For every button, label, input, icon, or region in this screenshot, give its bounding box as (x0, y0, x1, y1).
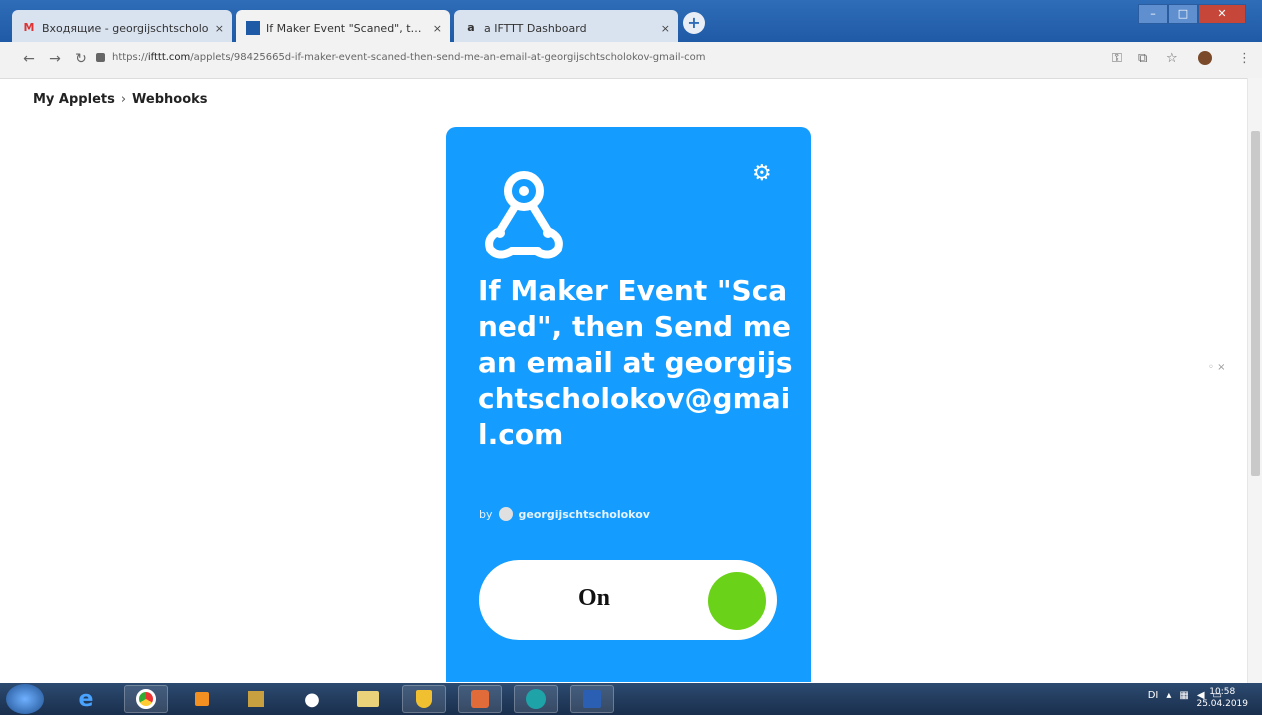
close-icon[interactable]: × (215, 22, 224, 35)
tab-dashboard[interactable]: a a IFTTT Dashboard × (454, 10, 678, 42)
browser-titlebar: M Входящие - georgijschtscholo × If Make… (0, 0, 1262, 42)
security-shield-icon[interactable] (402, 685, 446, 713)
applet-toggle[interactable]: On (479, 560, 777, 640)
tab-applet[interactable]: If Maker Event "Scaned", then Se × (236, 10, 450, 42)
applet-title: If Maker Event "Scaned", then Send me an… (478, 274, 793, 451)
applet-byline: by georgijschtscholokov (479, 507, 650, 521)
webhooks-icon (485, 171, 563, 259)
breadcrumb-separator: › (120, 92, 127, 107)
breadcrumb-my-applets[interactable]: My Applets (33, 92, 115, 107)
browser-toolbar: ← → ↻ https://ifttt.com/applets/98425665… (0, 42, 1262, 79)
start-button[interactable] (6, 684, 44, 714)
ifttt-a-icon: a (467, 21, 475, 34)
author-name[interactable]: georgijschtscholokov (519, 508, 650, 521)
vertical-scrollbar[interactable] (1247, 78, 1262, 683)
clock-time: 10:58 (1209, 687, 1236, 697)
media-player-icon[interactable] (180, 685, 224, 713)
lock-icon (96, 53, 105, 62)
by-label: by (479, 507, 493, 521)
arduino-icon[interactable] (514, 685, 558, 713)
key-icon[interactable]: ⚿ (1112, 51, 1122, 66)
tray-arrow-icon[interactable]: ▴ (1166, 690, 1171, 701)
reload-icon[interactable]: ↻ (72, 51, 90, 67)
url-domain: ifttt.com (147, 52, 191, 63)
app-icon[interactable] (234, 685, 278, 713)
chrome-icon[interactable] (124, 685, 168, 713)
window-controls: – □ ✕ (1138, 4, 1246, 24)
app-icon[interactable]: ● (290, 685, 334, 713)
url-prefix: https:// (112, 52, 148, 63)
back-icon[interactable]: ← (20, 51, 38, 67)
new-tab-button[interactable]: + (683, 12, 705, 34)
url-path: /applets/98425665d-if-maker-event-scaned… (190, 52, 706, 63)
side-indicators: ◦ × (1208, 362, 1226, 373)
paint-icon[interactable] (458, 685, 502, 713)
taskbar-clock[interactable]: 10:58 25.04.2019 (1196, 686, 1248, 710)
close-icon[interactable]: × (433, 22, 442, 35)
maximize-icon[interactable]: □ (1168, 4, 1198, 24)
breadcrumb: My Applets › Webhooks (33, 92, 208, 107)
profile-avatar-icon[interactable] (1198, 51, 1212, 65)
language-indicator[interactable]: DI (1148, 690, 1159, 701)
translate-icon[interactable]: ⧉ (1138, 51, 1147, 66)
toggle-label: On (578, 585, 611, 611)
tab-title: If Maker Event "Scaned", then Se (266, 21, 427, 35)
clock-date: 25.04.2019 (1196, 699, 1248, 709)
applet-card: ⚙ If Maker Event "Scaned", then Send me … (446, 127, 811, 682)
gear-icon[interactable]: ⚙ (752, 161, 772, 186)
ie-icon[interactable]: e (64, 685, 108, 713)
close-window-icon[interactable]: ✕ (1198, 4, 1246, 24)
menu-icon[interactable]: ⋮ (1238, 51, 1251, 66)
network-icon[interactable]: ▦ (1179, 690, 1188, 701)
tab-title: a IFTTT Dashboard (484, 21, 587, 35)
close-icon[interactable]: × (661, 22, 670, 35)
address-bar[interactable]: https://ifttt.com/applets/98425665d-if-m… (112, 52, 706, 63)
minimize-icon[interactable]: – (1138, 4, 1168, 24)
ifttt-icon (246, 21, 260, 35)
file-explorer-icon[interactable] (346, 685, 390, 713)
gmail-icon: M (23, 21, 35, 34)
breadcrumb-webhooks[interactable]: Webhooks (132, 92, 208, 107)
scroll-thumb[interactable] (1251, 131, 1260, 476)
tab-title: Входящие - georgijschtscholo (42, 21, 209, 35)
word-icon[interactable] (570, 685, 614, 713)
toggle-knob[interactable] (708, 572, 766, 630)
windows-taskbar: e ● DI ▴ ▦ ◀ ▭ 10:58 25.04.2019 (0, 683, 1262, 715)
forward-icon[interactable]: → (46, 51, 64, 67)
author-avatar (498, 507, 513, 521)
tab-gmail[interactable]: M Входящие - georgijschtscholo × (12, 10, 232, 42)
star-icon[interactable]: ☆ (1166, 51, 1178, 66)
